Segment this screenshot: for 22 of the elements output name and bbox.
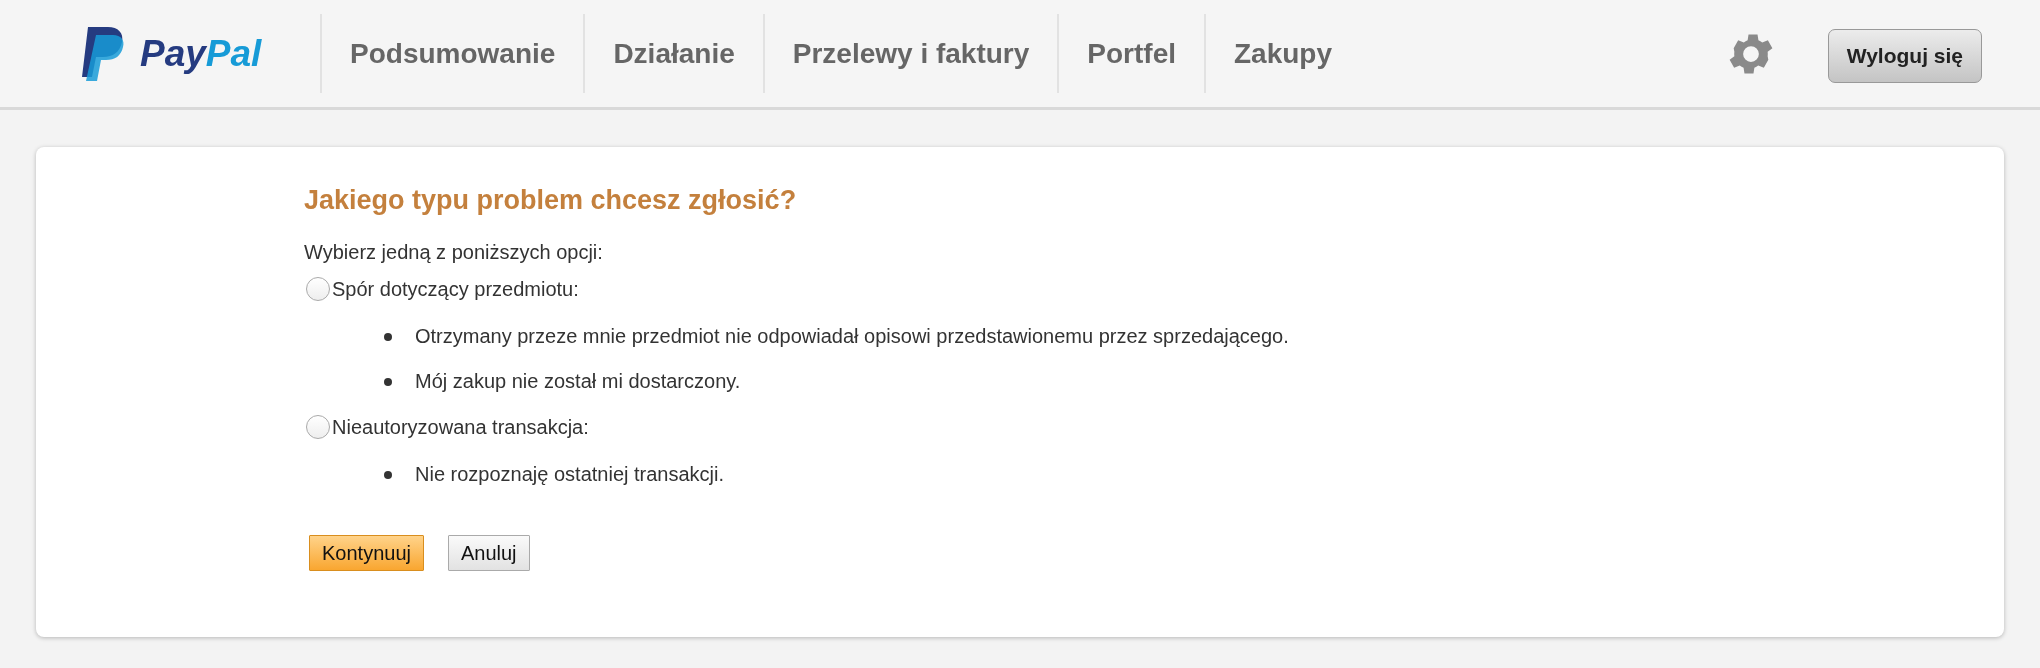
nav-tab[interactable]: Podsumowanie bbox=[320, 14, 584, 93]
continue-button[interactable]: Kontynuuj bbox=[309, 535, 424, 571]
nav-tab[interactable]: Zakupy bbox=[1204, 14, 1361, 93]
logo-wordmark[interactable]: PayPal bbox=[140, 32, 262, 75]
radio-option[interactable]: Spór dotyczący przedmiotu: bbox=[304, 272, 2004, 306]
bullet-icon bbox=[384, 470, 392, 479]
option-detail: Nie rozpoznaję ostatniej transakcji. bbox=[415, 463, 725, 486]
instruction-text: Wybierz jedną z poniższych opcji: bbox=[304, 240, 604, 265]
cancel-button[interactable]: Anuluj bbox=[447, 535, 530, 571]
option-detail: Mój zakup nie został mi dostarczony. bbox=[415, 370, 741, 393]
form-title: Jakiego typu problem chcesz zgłosić? bbox=[304, 185, 798, 216]
radio-option[interactable]: Nieautoryzowana transakcja: bbox=[304, 410, 2004, 444]
bullet-icon bbox=[384, 377, 392, 386]
nav-tab[interactable]: Działanie bbox=[583, 14, 763, 93]
logout-button[interactable]: Wyloguj się bbox=[1827, 28, 1982, 83]
bullet-icon bbox=[384, 332, 392, 341]
nav-tab[interactable]: Portfel bbox=[1057, 14, 1204, 93]
nav-tab[interactable]: Przelewy i faktury bbox=[762, 14, 1058, 93]
radio-button[interactable] bbox=[306, 415, 330, 439]
radio-button[interactable] bbox=[306, 277, 330, 301]
logo-icon bbox=[80, 26, 126, 81]
option-detail: Otrzymany przeze mnie przedmiot nie odpowiadał opisowi przedstawionemu przez sprzedającego. bbox=[415, 325, 1289, 348]
